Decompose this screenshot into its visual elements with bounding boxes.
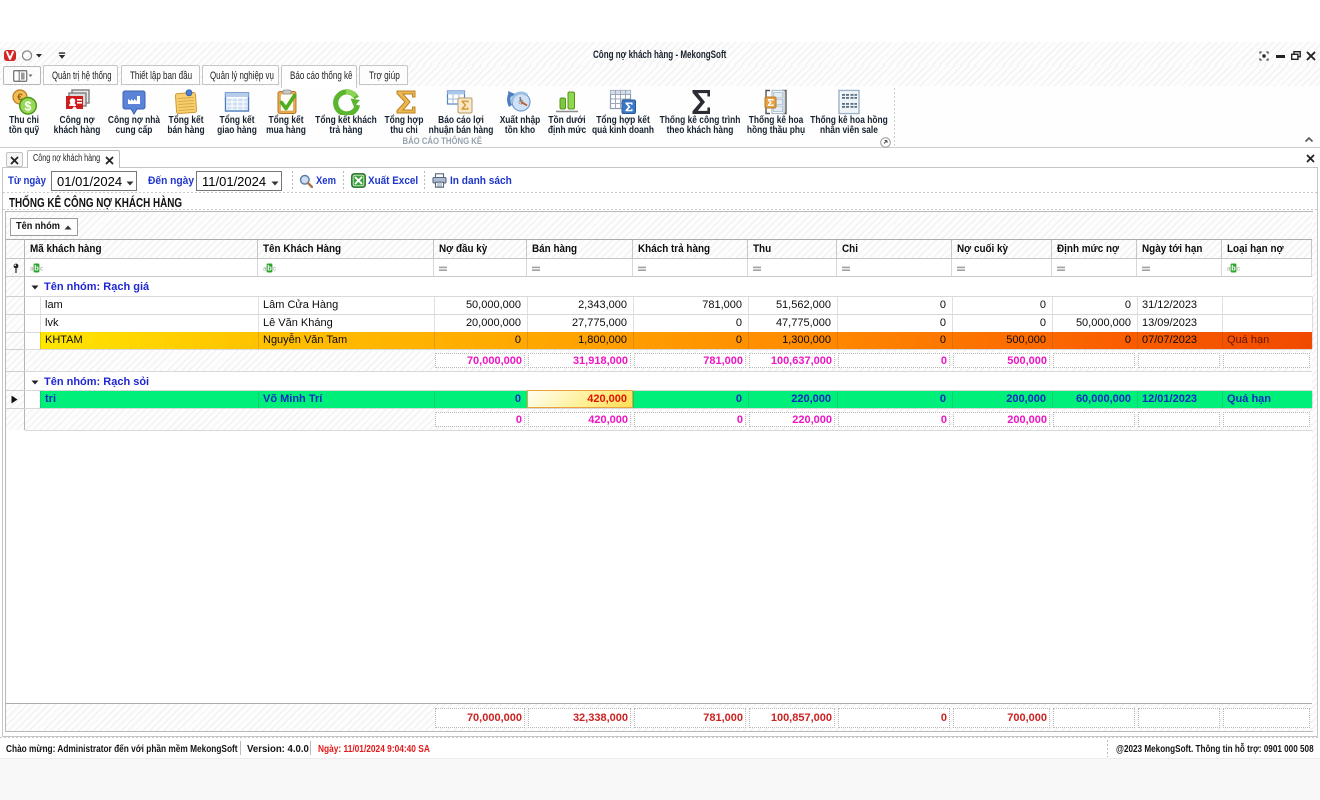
svg-text:b: b — [1231, 263, 1236, 272]
svg-text:b: b — [34, 263, 39, 272]
svg-text:$: $ — [25, 100, 32, 114]
svg-text:c: c — [40, 267, 43, 273]
svg-text:c: c — [1237, 267, 1240, 273]
svg-text:c: c — [273, 267, 276, 273]
svg-text:b: b — [267, 263, 272, 272]
